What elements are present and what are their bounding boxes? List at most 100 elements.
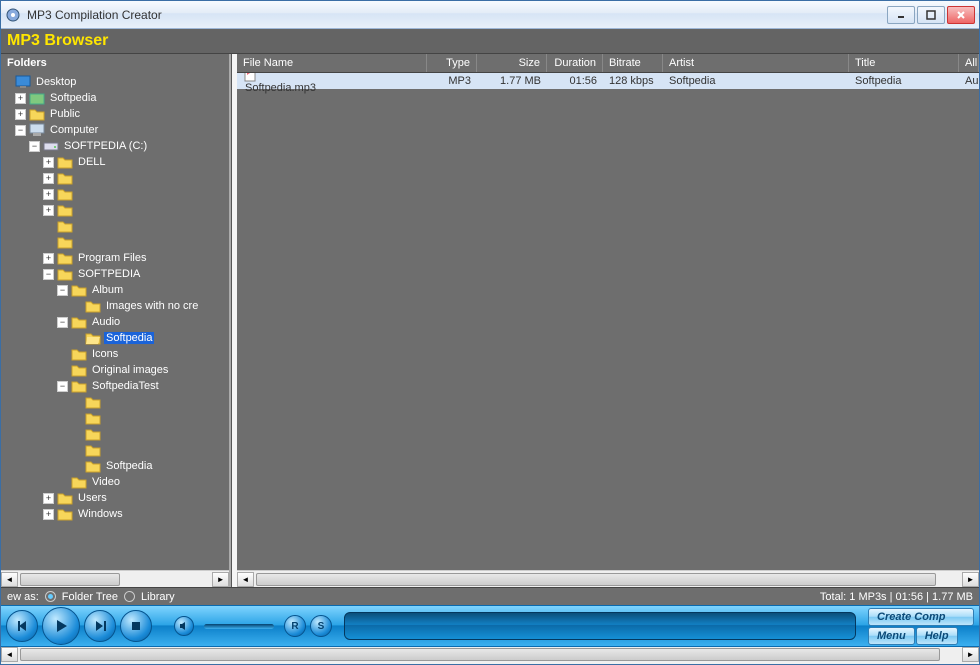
expand-icon[interactable]: +	[43, 173, 54, 184]
tree-item[interactable]: Album	[90, 284, 125, 296]
cell-title: Softpedia	[849, 75, 959, 87]
collapse-icon[interactable]: −	[43, 269, 54, 280]
collapse-icon[interactable]: −	[57, 285, 68, 296]
column-artist[interactable]: Artist	[663, 54, 849, 72]
collapse-icon[interactable]: −	[57, 381, 68, 392]
folder-icon	[85, 443, 101, 457]
tree-item[interactable]: Icons	[90, 348, 120, 360]
collapse-icon[interactable]: −	[29, 141, 40, 152]
menu-button[interactable]: Menu	[868, 627, 915, 645]
folder-icon	[57, 187, 73, 201]
computer-icon	[29, 123, 45, 137]
tree-scrollbar[interactable]: ◄ ►	[1, 570, 229, 587]
maximize-button[interactable]	[917, 6, 945, 24]
expand-icon[interactable]: +	[43, 509, 54, 520]
radio-folder-tree[interactable]	[45, 591, 56, 602]
status-bar: ew as: Folder Tree Library Total: 1 MP3s…	[1, 587, 979, 605]
expand-icon[interactable]: +	[15, 109, 26, 120]
tree-item[interactable]: Video	[90, 476, 122, 488]
folder-icon	[57, 171, 73, 185]
repeat-button[interactable]: R	[284, 615, 306, 637]
player-display	[344, 612, 856, 640]
prev-button[interactable]	[6, 610, 38, 642]
folder-icon	[57, 235, 73, 249]
folder-icon	[57, 251, 73, 265]
folder-icon	[71, 379, 87, 393]
scrollbar-thumb[interactable]	[20, 573, 120, 586]
create-comp-button[interactable]: Create Comp	[868, 608, 974, 626]
app-icon	[5, 7, 21, 23]
tree-item[interactable]: DELL	[76, 156, 108, 168]
column-size[interactable]: Size	[477, 54, 547, 72]
tree-item[interactable]: Public	[48, 108, 82, 120]
folder-icon	[29, 91, 45, 105]
collapse-icon[interactable]: −	[15, 125, 26, 136]
folder-icon	[71, 347, 87, 361]
tree-item[interactable]: Program Files	[76, 252, 148, 264]
folder-icon	[57, 155, 73, 169]
volume-button[interactable]	[174, 616, 194, 636]
scroll-right-icon[interactable]: ►	[962, 572, 979, 587]
scroll-left-icon[interactable]: ◄	[237, 572, 254, 587]
expand-icon[interactable]: +	[43, 253, 54, 264]
radio-library[interactable]	[124, 591, 135, 602]
list-item[interactable]: Softpedia.mp3 MP3 1.77 MB 01:56 128 kbps…	[237, 73, 979, 89]
scroll-right-icon[interactable]: ►	[212, 572, 229, 587]
tree-computer[interactable]: Computer	[48, 124, 100, 136]
cell-bitrate: 128 kbps	[603, 75, 663, 87]
tree-item[interactable]: SoftpediaTest	[90, 380, 161, 392]
volume-slider[interactable]	[204, 624, 274, 629]
scroll-right-icon[interactable]: ►	[962, 647, 979, 662]
play-button[interactable]	[42, 607, 80, 645]
tree-item[interactable]: Audio	[90, 316, 122, 328]
minimize-button[interactable]	[887, 6, 915, 24]
tree-item[interactable]: Softpedia	[104, 460, 154, 472]
cell-type: MP3	[427, 75, 477, 87]
column-bitrate[interactable]: Bitrate	[603, 54, 663, 72]
tree-item[interactable]: Images with no cre	[104, 300, 200, 312]
tree-item[interactable]: Original images	[90, 364, 170, 376]
folder-icon	[57, 219, 73, 233]
radio-folder-tree-label[interactable]: Folder Tree	[62, 591, 118, 603]
folder-tree[interactable]: Desktop +Softpedia +Public −Computer −SO…	[1, 72, 229, 570]
window-scrollbar[interactable]: ◄ ►	[1, 647, 979, 664]
next-button[interactable]	[84, 610, 116, 642]
folder-tree-panel: Folders Desktop +Softpedia +Public −Comp…	[1, 54, 232, 587]
stop-button[interactable]	[120, 610, 152, 642]
tree-item[interactable]: Users	[76, 492, 109, 504]
drive-icon	[43, 139, 59, 153]
tree-item[interactable]: Softpedia	[48, 92, 98, 104]
expand-icon[interactable]: +	[43, 205, 54, 216]
column-filename[interactable]: File Name	[237, 54, 427, 72]
scrollbar-thumb[interactable]	[20, 648, 940, 661]
folders-header: Folders	[1, 54, 229, 72]
list-scrollbar[interactable]: ◄ ►	[237, 570, 979, 587]
tree-item[interactable]: Windows	[76, 508, 125, 520]
expand-icon[interactable]: +	[43, 189, 54, 200]
expand-icon[interactable]: +	[43, 157, 54, 168]
tree-desktop[interactable]: Desktop	[34, 76, 78, 88]
close-button[interactable]	[947, 6, 975, 24]
tree-item[interactable]: SOFTPEDIA	[76, 268, 142, 280]
column-title[interactable]: Title	[849, 54, 959, 72]
column-type[interactable]: Type	[427, 54, 477, 72]
scroll-left-icon[interactable]: ◄	[1, 572, 18, 587]
folder-icon	[71, 475, 87, 489]
file-list-panel: File Name Type Size Duration Bitrate Art…	[237, 54, 979, 587]
expand-icon[interactable]: +	[43, 493, 54, 504]
expand-icon[interactable]: +	[15, 93, 26, 104]
scroll-left-icon[interactable]: ◄	[1, 647, 18, 662]
folder-icon	[71, 283, 87, 297]
tree-item-selected[interactable]: Softpedia	[104, 332, 154, 344]
folder-open-icon	[85, 331, 101, 345]
tree-drive[interactable]: SOFTPEDIA (C:)	[62, 140, 149, 152]
help-button[interactable]: Help	[916, 627, 958, 645]
radio-library-label[interactable]: Library	[141, 591, 175, 603]
column-all[interactable]: All	[959, 54, 979, 72]
shuffle-button[interactable]: S	[310, 615, 332, 637]
titlebar[interactable]: MP3 Compilation Creator	[1, 1, 979, 29]
collapse-icon[interactable]: −	[57, 317, 68, 328]
scrollbar-thumb[interactable]	[256, 573, 936, 586]
file-list[interactable]: Softpedia.mp3 MP3 1.77 MB 01:56 128 kbps…	[237, 73, 979, 570]
column-duration[interactable]: Duration	[547, 54, 603, 72]
